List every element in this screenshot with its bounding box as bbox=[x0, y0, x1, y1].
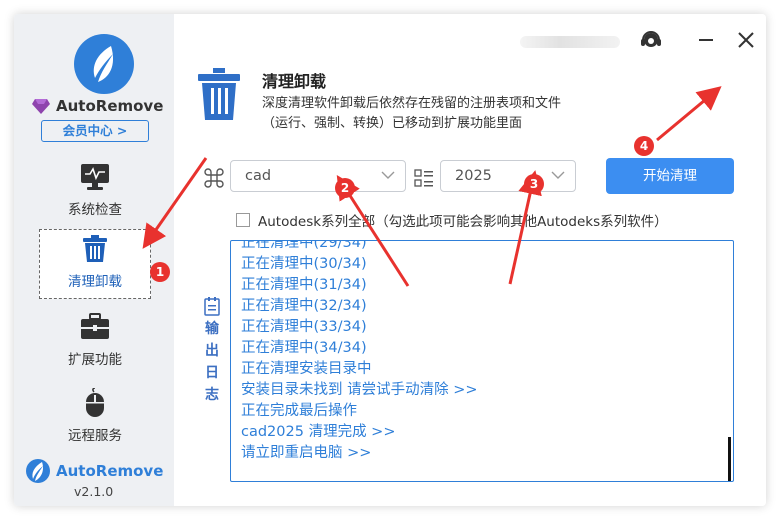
log-line: 正在清理中(33/34) bbox=[241, 319, 367, 335]
chevron-down-icon bbox=[551, 171, 565, 179]
log-line: 正在清理中(32/34) bbox=[241, 298, 367, 314]
annotation-badge-2: 2 bbox=[335, 178, 355, 198]
log-lines: 正在清理中(29/34) 正在清理中(30/34) 正在清理中(31/34) 正… bbox=[241, 240, 478, 464]
close-icon[interactable] bbox=[734, 28, 758, 52]
app-window: AutoRemove 会员中心 > 系统检查 清理卸载 扩展功能 远程服务 Au… bbox=[14, 14, 766, 506]
description-line: 深度清理软件卸载后依然存在残留的注册表项和文件 bbox=[262, 96, 562, 111]
log-label-char: 出 bbox=[205, 343, 219, 359]
sidebar-item-remote-service[interactable]: 远程服务 bbox=[39, 382, 151, 452]
annotation-badge-4: 4 bbox=[634, 136, 654, 156]
log-line: 安装目录未找到 请尝试手动清除 >> bbox=[241, 382, 478, 398]
sidebar-item-label: 清理卸载 bbox=[68, 274, 122, 290]
year-select[interactable]: 2025 bbox=[440, 160, 576, 192]
log-line: 正在清理中(30/34) bbox=[241, 256, 367, 272]
brand-name: AutoRemove bbox=[56, 97, 164, 115]
feather-logo-icon bbox=[26, 459, 50, 483]
log-line: 正在完成最后操作 bbox=[241, 403, 357, 419]
year-select-value: 2025 bbox=[455, 168, 492, 184]
footer-brand: AutoRemove bbox=[26, 459, 171, 483]
vip-center-button[interactable]: 会员中心 > bbox=[41, 120, 149, 142]
feather-logo-icon bbox=[93, 46, 114, 82]
page-description: 深度清理软件卸载后依然存在残留的注册表项和文件 （运行、强制、转换）已移动到扩展… bbox=[262, 94, 682, 134]
product-select-value: cad bbox=[245, 168, 272, 184]
notepad-icon bbox=[204, 297, 220, 316]
version-label: v2.1.0 bbox=[74, 484, 114, 499]
sidebar-item-clean-uninstall[interactable]: 清理卸载 bbox=[39, 229, 151, 299]
start-clean-button[interactable]: 开始清理 bbox=[606, 158, 734, 194]
log-line: 正在清理安装目录中 bbox=[241, 361, 372, 377]
brand-header: AutoRemove bbox=[32, 94, 172, 118]
headset-icon[interactable] bbox=[639, 28, 663, 52]
sidebar-item-extensions[interactable]: 扩展功能 bbox=[39, 306, 151, 376]
log-label-char: 志 bbox=[205, 387, 219, 403]
output-log[interactable]: 正在清理中(29/34) 正在清理中(30/34) 正在清理中(31/34) 正… bbox=[230, 240, 734, 482]
sidebar: AutoRemove 会员中心 > 系统检查 清理卸载 扩展功能 远程服务 Au… bbox=[14, 14, 174, 506]
log-line: 请立即重启电脑 >> bbox=[241, 445, 372, 461]
sidebar-item-label: 系统检查 bbox=[68, 202, 122, 218]
autodesk-all-checkbox[interactable] bbox=[236, 213, 250, 227]
trash-icon bbox=[80, 234, 110, 264]
monitor-icon bbox=[80, 162, 110, 192]
sidebar-item-label: 远程服务 bbox=[68, 428, 122, 444]
log-line: 正在清理中(34/34) bbox=[241, 340, 367, 356]
command-icon bbox=[204, 168, 224, 188]
blurred-account-info bbox=[520, 36, 620, 48]
annotation-badge-3: 3 bbox=[524, 174, 544, 194]
log-line: 正在清理中(31/34) bbox=[241, 277, 367, 293]
checkbox-label: Autodesk系列全部（勾选此项可能会影响其他Autodeks系列软件） bbox=[258, 214, 668, 230]
page-title: 清理卸载 bbox=[262, 72, 327, 91]
chevron-down-icon bbox=[381, 171, 395, 179]
annotation-badge-1: 1 bbox=[150, 262, 170, 282]
app-logo bbox=[74, 34, 134, 94]
autodesk-all-option[interactable]: Autodesk系列全部（勾选此项可能会影响其他Autodeks系列软件） bbox=[236, 210, 668, 230]
log-label-char: 日 bbox=[205, 365, 219, 381]
list-icon bbox=[414, 168, 434, 188]
mouse-icon bbox=[80, 388, 110, 418]
minimize-icon[interactable] bbox=[694, 28, 718, 52]
output-log-label: 输 出 日 志 bbox=[202, 296, 222, 404]
log-label-char: 输 bbox=[205, 321, 219, 337]
log-line: cad2025 清理完成 >> bbox=[241, 424, 396, 440]
product-select[interactable]: cad bbox=[230, 160, 406, 192]
sidebar-item-system-check[interactable]: 系统检查 bbox=[39, 156, 151, 226]
diamond-icon bbox=[32, 99, 50, 114]
footer-brand-name: AutoRemove bbox=[56, 462, 164, 480]
log-scrollbar[interactable] bbox=[728, 437, 731, 481]
trash-icon bbox=[198, 68, 240, 120]
toolbox-icon bbox=[80, 312, 110, 342]
sidebar-item-label: 扩展功能 bbox=[68, 352, 122, 368]
main-panel: 清理卸载 深度清理软件卸载后依然存在残留的注册表项和文件 （运行、强制、转换）已… bbox=[174, 14, 766, 506]
log-line: 正在清理中(29/34) bbox=[241, 240, 367, 251]
description-line: （运行、强制、转换）已移动到扩展功能里面 bbox=[262, 116, 523, 131]
